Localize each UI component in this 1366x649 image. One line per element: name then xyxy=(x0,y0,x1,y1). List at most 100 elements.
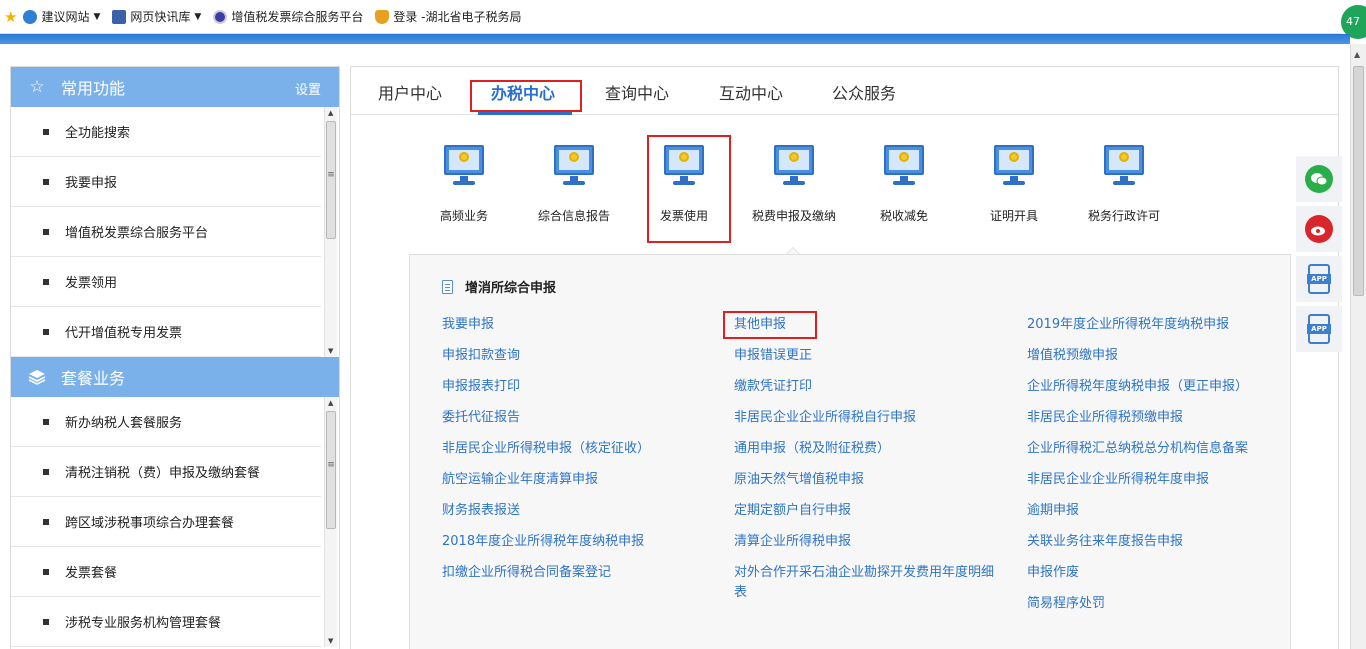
favorite-link-invoice-platform[interactable]: 增值税发票综合服务平台 xyxy=(213,8,363,25)
scroll-up-arrow-icon[interactable]: ▲ xyxy=(328,399,333,407)
left-panel: ☆ 常用功能 设置 全功能搜索 我要申报 增值税发票综合服务平台 发票领用 代开… xyxy=(10,66,340,649)
tab-interaction-center[interactable]: 互动中心 xyxy=(719,80,783,104)
icon-button-tax-reduction[interactable]: 税收减免 xyxy=(849,143,959,224)
submenu-link[interactable]: 2018年度企业所得税年度纳税申报 xyxy=(442,532,650,563)
favorite-link-web-slice-gallery[interactable]: 网页快讯库 ▼ xyxy=(112,8,201,25)
list-item[interactable]: 增值税发票综合服务平台 xyxy=(11,207,321,257)
list-item[interactable]: 发票领用 xyxy=(11,257,321,307)
active-tab-indicator xyxy=(478,112,572,115)
main-tabs: 用户中心 办税中心 查询中心 互动中心 公众服务 xyxy=(351,67,1338,115)
submenu-link[interactable]: 非居民企业所得税申报（核定征收） xyxy=(442,439,650,470)
ie-icon xyxy=(23,9,38,24)
submenu-link[interactable]: 申报作废 xyxy=(1027,563,1248,594)
submenu-link[interactable]: 申报错误更正 xyxy=(734,346,1004,377)
icon-button-admin-permit[interactable]: 税务行政许可 xyxy=(1069,143,1179,224)
bullet-icon xyxy=(43,618,49,625)
submenu-link[interactable]: 申报报表打印 xyxy=(442,377,650,408)
tab-query-center[interactable]: 查询中心 xyxy=(605,80,669,104)
favorite-link-hubei-etax-login[interactable]: 登录 -湖北省电子税务局 xyxy=(375,8,522,25)
floating-share-bar: APP APP xyxy=(1296,156,1342,356)
icon-button-high-frequency[interactable]: 高频业务 xyxy=(409,143,519,224)
favorite-label: 增值税发票综合服务平台 xyxy=(231,10,364,24)
common-list-scrollbar-thumb[interactable] xyxy=(326,121,336,239)
submenu-link[interactable]: 原油天然气增值税申报 xyxy=(734,470,1004,501)
favorites-bar: ★ 建议网站 ▼ 网页快讯库 ▼ 增值税发票综合服务平台 登录 -湖北省电子税务… xyxy=(0,0,1366,42)
icon-button-certificate[interactable]: 证明开具 xyxy=(959,143,1069,224)
icon-button-invoice-use[interactable]: 发票使用 xyxy=(629,143,739,224)
submenu-link[interactable]: 缴款凭证打印 xyxy=(734,377,1004,408)
submenu-link[interactable]: 扣缴企业所得税合同备案登记 xyxy=(442,563,650,594)
favorite-link-suggested-sites[interactable]: 建议网站 ▼ xyxy=(23,8,100,25)
star-outline-icon: ☆ xyxy=(29,77,45,97)
dropdown-arrow-icon[interactable]: ▼ xyxy=(194,12,201,22)
list-item[interactable]: 涉税专业服务机构管理套餐 xyxy=(11,597,321,647)
submenu-panel: 增消所综合申报 我要申报 申报扣款查询 申报报表打印 委托代征报告 非居民企业所… xyxy=(409,254,1291,649)
scroll-up-arrow-icon[interactable]: ▲ xyxy=(1354,50,1360,59)
list-item-label: 我要申报 xyxy=(65,176,118,191)
monitor-icon xyxy=(662,143,706,187)
submenu-link[interactable]: 企业所得税汇总纳税总分机构信息备案 xyxy=(1027,439,1248,470)
common-list-scrollbar[interactable]: ▲ ▼ xyxy=(324,107,337,357)
scroll-up-arrow-icon[interactable]: ▲ xyxy=(328,109,333,117)
tab-user-center[interactable]: 用户中心 xyxy=(378,80,442,104)
icon-button-info-report[interactable]: 综合信息报告 xyxy=(519,143,629,224)
icon-button-tax-declaration[interactable]: 税费申报及缴纳 xyxy=(739,143,849,224)
submenu-link[interactable]: 委托代征报告 xyxy=(442,408,650,439)
settings-link[interactable]: 设置 xyxy=(295,79,321,98)
icon-button-label: 证明开具 xyxy=(989,209,1038,223)
tab-public-service[interactable]: 公众服务 xyxy=(832,80,896,104)
tab-tax-center[interactable]: 办税中心 xyxy=(491,80,555,104)
submenu-link[interactable]: 我要申报 xyxy=(442,315,650,346)
app-download-button[interactable]: APP xyxy=(1296,256,1342,302)
package-list-scrollbar[interactable]: ▲ ▼ xyxy=(324,397,337,647)
favorites-star-icon[interactable]: ★ xyxy=(4,8,17,26)
scroll-down-arrow-icon[interactable]: ▼ xyxy=(328,637,333,645)
bullet-icon xyxy=(43,128,49,135)
favorite-label: 建议网站 xyxy=(41,10,90,24)
list-item-label: 增值税发票综合服务平台 xyxy=(65,226,209,241)
layers-icon xyxy=(27,367,47,387)
submenu-link[interactable]: 申报扣款查询 xyxy=(442,346,650,377)
submenu-link[interactable]: 非居民企业所得税预缴申报 xyxy=(1027,408,1248,439)
icon-button-label: 税费申报及缴纳 xyxy=(751,209,836,223)
package-services-header: 套餐业务 xyxy=(11,357,339,397)
submenu-link[interactable]: 企业所得税年度纳税申报（更正申报） xyxy=(1027,377,1248,408)
list-item[interactable]: 新办纳税人套餐服务 xyxy=(11,397,321,447)
link-column-1: 我要申报 申报扣款查询 申报报表打印 委托代征报告 非居民企业所得税申报（核定征… xyxy=(442,315,650,594)
weibo-button[interactable] xyxy=(1296,206,1342,252)
dropdown-arrow-icon[interactable]: ▼ xyxy=(93,12,100,22)
submenu-link[interactable]: 对外合作开采石油企业勘探开发费用年度明细表 xyxy=(734,563,1004,615)
submenu-link[interactable]: 航空运输企业年度清算申报 xyxy=(442,470,650,501)
list-item[interactable]: 清税注销税（费）申报及缴纳套餐 xyxy=(11,447,321,497)
submenu-link[interactable]: 2019年度企业所得税年度纳税申报 xyxy=(1027,315,1248,346)
submenu-link[interactable]: 简易程序处罚 xyxy=(1027,594,1248,625)
list-item[interactable]: 我要申报 xyxy=(11,157,321,207)
list-item-label: 发票套餐 xyxy=(65,566,118,581)
submenu-link[interactable]: 关联业务往来年度报告申报 xyxy=(1027,532,1248,563)
wechat-button[interactable] xyxy=(1296,156,1342,202)
submenu-link[interactable]: 通用申报（税及附征税费） xyxy=(734,439,1004,470)
submenu-link[interactable]: 清算企业所得税申报 xyxy=(734,532,1004,563)
page-icon xyxy=(112,9,127,24)
list-item[interactable]: 全功能搜索 xyxy=(11,107,321,157)
link-column-2: 其他申报 申报错误更正 缴款凭证打印 非居民企业企业所得税自行申报 通用申报（税… xyxy=(734,315,1004,615)
submenu-title-text: 增消所综合申报 xyxy=(465,281,557,296)
list-item[interactable]: 跨区域涉税事项综合办理套餐 xyxy=(11,497,321,547)
bullet-icon xyxy=(43,518,49,525)
submenu-link[interactable]: 定期定额户自行申报 xyxy=(734,501,1004,532)
list-item[interactable]: 代开增值税专用发票 xyxy=(11,307,321,357)
submenu-link-other-declaration[interactable]: 其他申报 xyxy=(734,315,1004,346)
app-download-button-2[interactable]: APP xyxy=(1296,306,1342,352)
page-scrollbar-thumb[interactable] xyxy=(1353,66,1364,296)
monitor-icon xyxy=(772,143,816,187)
list-item[interactable]: 发票套餐 xyxy=(11,547,321,597)
submenu-link[interactable]: 财务报表报送 xyxy=(442,501,650,532)
bullet-icon xyxy=(43,418,49,425)
package-list-scrollbar-thumb[interactable] xyxy=(326,411,336,529)
submenu-link[interactable]: 增值税预缴申报 xyxy=(1027,346,1248,377)
submenu-link[interactable]: 非居民企业企业所得税自行申报 xyxy=(734,408,1004,439)
submenu-link[interactable]: 非居民企业企业所得税年度申报 xyxy=(1027,470,1248,501)
submenu-link[interactable]: 逾期申报 xyxy=(1027,501,1248,532)
scroll-down-arrow-icon[interactable]: ▼ xyxy=(328,347,333,355)
page-scrollbar[interactable]: ▲ xyxy=(1350,44,1366,649)
